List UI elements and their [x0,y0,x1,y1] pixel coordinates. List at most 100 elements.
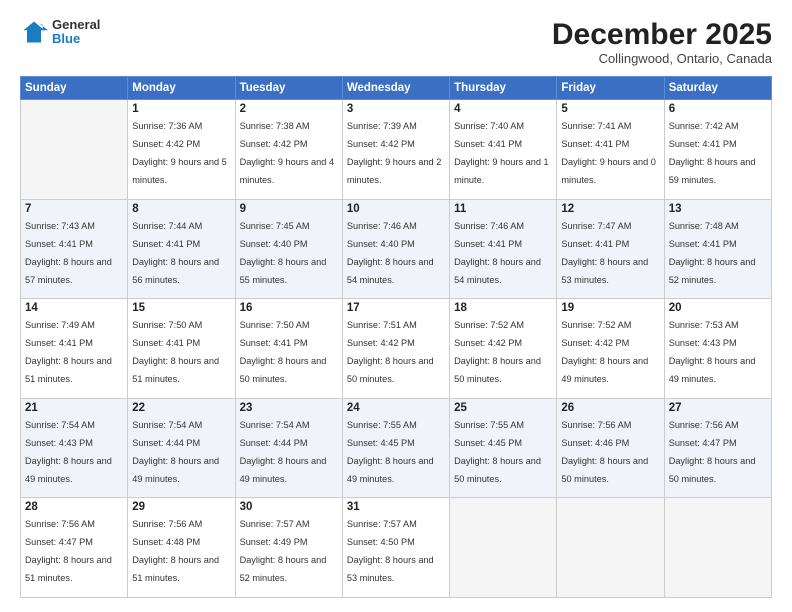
day-info: Sunrise: 7:55 AMSunset: 4:45 PMDaylight:… [347,420,434,484]
logo-icon [20,18,48,46]
day-info: Sunrise: 7:56 AMSunset: 4:47 PMDaylight:… [669,420,756,484]
day-info: Sunrise: 7:53 AMSunset: 4:43 PMDaylight:… [669,320,756,384]
day-number: 2 [240,103,338,115]
table-row: 13 Sunrise: 7:48 AMSunset: 4:41 PMDayligh… [664,199,771,299]
table-row: 1 Sunrise: 7:36 AMSunset: 4:42 PMDaylight… [128,100,235,200]
table-row: 7 Sunrise: 7:43 AMSunset: 4:41 PMDaylight… [21,199,128,299]
col-friday: Friday [557,77,664,100]
day-info: Sunrise: 7:43 AMSunset: 4:41 PMDaylight:… [25,221,112,285]
day-number: 13 [669,203,767,215]
table-row: 10 Sunrise: 7:46 AMSunset: 4:40 PMDayligh… [342,199,449,299]
table-row: 2 Sunrise: 7:38 AMSunset: 4:42 PMDaylight… [235,100,342,200]
logo: General Blue [20,18,100,47]
day-number: 25 [454,402,552,414]
day-info: Sunrise: 7:52 AMSunset: 4:42 PMDaylight:… [454,320,541,384]
day-info: Sunrise: 7:54 AMSunset: 4:44 PMDaylight:… [132,420,219,484]
day-number: 30 [240,501,338,513]
table-row: 14Sunrise: 7:49 AMSunset: 4:41 PMDayligh… [21,299,128,399]
table-row: 23Sunrise: 7:54 AMSunset: 4:44 PMDayligh… [235,398,342,498]
day-info: Sunrise: 7:38 AMSunset: 4:42 PMDaylight:… [240,121,335,185]
table-row: 15 Sunrise: 7:50 AMSunset: 4:41 PMDayligh… [128,299,235,399]
month-title: December 2025 [552,18,772,51]
header: General Blue December 2025 Collingwood, … [20,18,772,66]
day-number: 7 [25,203,123,215]
table-row: 5 Sunrise: 7:41 AMSunset: 4:41 PMDaylight… [557,100,664,200]
table-row: 12 Sunrise: 7:47 AMSunset: 4:41 PMDayligh… [557,199,664,299]
table-row: 19Sunrise: 7:52 AMSunset: 4:42 PMDayligh… [557,299,664,399]
day-info: Sunrise: 7:56 AMSunset: 4:47 PMDaylight:… [25,519,112,583]
day-info: Sunrise: 7:41 AMSunset: 4:41 PMDaylight:… [561,121,656,185]
day-number: 18 [454,302,552,314]
day-number: 28 [25,501,123,513]
table-row: 18 Sunrise: 7:52 AMSunset: 4:42 PMDayligh… [450,299,557,399]
logo-blue-text: Blue [52,32,100,46]
table-row: 3 Sunrise: 7:39 AMSunset: 4:42 PMDaylight… [342,100,449,200]
calendar-table: Sunday Monday Tuesday Wednesday Thursday… [20,76,772,598]
col-tuesday: Tuesday [235,77,342,100]
day-number: 29 [132,501,230,513]
day-number: 21 [25,402,123,414]
day-info: Sunrise: 7:48 AMSunset: 4:41 PMDaylight:… [669,221,756,285]
day-info: Sunrise: 7:57 AMSunset: 4:50 PMDaylight:… [347,519,434,583]
day-info: Sunrise: 7:39 AMSunset: 4:42 PMDaylight:… [347,121,442,185]
table-row: 30 Sunrise: 7:57 AMSunset: 4:49 PMDayligh… [235,498,342,598]
day-number: 16 [240,302,338,314]
day-number: 27 [669,402,767,414]
table-row: 29 Sunrise: 7:56 AMSunset: 4:48 PMDayligh… [128,498,235,598]
day-info: Sunrise: 7:50 AMSunset: 4:41 PMDaylight:… [240,320,327,384]
day-number: 15 [132,302,230,314]
day-info: Sunrise: 7:50 AMSunset: 4:41 PMDaylight:… [132,320,219,384]
day-info: Sunrise: 7:40 AMSunset: 4:41 PMDaylight:… [454,121,549,185]
day-number: 19 [561,302,659,314]
day-info: Sunrise: 7:46 AMSunset: 4:41 PMDaylight:… [454,221,541,285]
table-row: 20 Sunrise: 7:53 AMSunset: 4:43 PMDayligh… [664,299,771,399]
day-number: 14 [25,302,123,314]
table-row: 31 Sunrise: 7:57 AMSunset: 4:50 PMDayligh… [342,498,449,598]
logo-general-text: General [52,18,100,32]
table-row: 17Sunrise: 7:51 AMSunset: 4:42 PMDayligh… [342,299,449,399]
day-number: 4 [454,103,552,115]
day-number: 31 [347,501,445,513]
table-row: 26Sunrise: 7:56 AMSunset: 4:46 PMDayligh… [557,398,664,498]
col-sunday: Sunday [21,77,128,100]
day-number: 24 [347,402,445,414]
day-number: 1 [132,103,230,115]
table-row: 22 Sunrise: 7:54 AMSunset: 4:44 PMDayligh… [128,398,235,498]
col-saturday: Saturday [664,77,771,100]
day-info: Sunrise: 7:54 AMSunset: 4:43 PMDaylight:… [25,420,112,484]
day-number: 9 [240,203,338,215]
day-info: Sunrise: 7:44 AMSunset: 4:41 PMDaylight:… [132,221,219,285]
day-number: 8 [132,203,230,215]
day-info: Sunrise: 7:47 AMSunset: 4:41 PMDaylight:… [561,221,648,285]
day-info: Sunrise: 7:36 AMSunset: 4:42 PMDaylight:… [132,121,227,185]
table-row: 4 Sunrise: 7:40 AMSunset: 4:41 PMDaylight… [450,100,557,200]
table-row: 16 Sunrise: 7:50 AMSunset: 4:41 PMDayligh… [235,299,342,399]
day-number: 26 [561,402,659,414]
table-row [21,100,128,200]
col-monday: Monday [128,77,235,100]
day-info: Sunrise: 7:42 AMSunset: 4:41 PMDaylight:… [669,121,756,185]
day-number: 12 [561,203,659,215]
table-row: 28 Sunrise: 7:56 AMSunset: 4:47 PMDayligh… [21,498,128,598]
title-block: December 2025 Collingwood, Ontario, Cana… [552,18,772,66]
table-row: 25 Sunrise: 7:55 AMSunset: 4:45 PMDayligh… [450,398,557,498]
day-number: 5 [561,103,659,115]
table-row: 11 Sunrise: 7:46 AMSunset: 4:41 PMDayligh… [450,199,557,299]
col-thursday: Thursday [450,77,557,100]
logo-text: General Blue [52,18,100,47]
day-number: 22 [132,402,230,414]
day-number: 10 [347,203,445,215]
day-info: Sunrise: 7:46 AMSunset: 4:40 PMDaylight:… [347,221,434,285]
day-info: Sunrise: 7:57 AMSunset: 4:49 PMDaylight:… [240,519,327,583]
day-number: 11 [454,203,552,215]
day-number: 17 [347,302,445,314]
page: General Blue December 2025 Collingwood, … [0,0,792,612]
day-number: 20 [669,302,767,314]
day-info: Sunrise: 7:55 AMSunset: 4:45 PMDaylight:… [454,420,541,484]
table-row [450,498,557,598]
table-row: 8 Sunrise: 7:44 AMSunset: 4:41 PMDaylight… [128,199,235,299]
day-info: Sunrise: 7:56 AMSunset: 4:48 PMDaylight:… [132,519,219,583]
day-number: 3 [347,103,445,115]
table-row: 24 Sunrise: 7:55 AMSunset: 4:45 PMDayligh… [342,398,449,498]
day-number: 6 [669,103,767,115]
